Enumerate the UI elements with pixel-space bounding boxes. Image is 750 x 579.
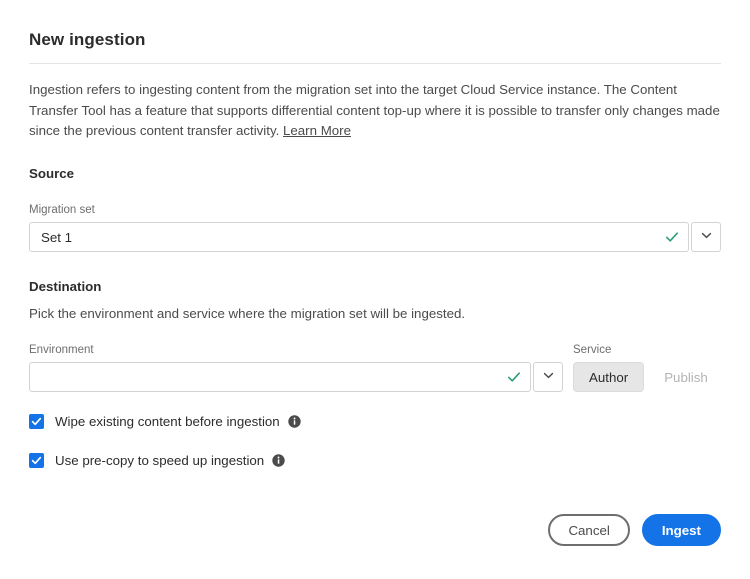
ingest-button[interactable]: Ingest xyxy=(641,514,721,546)
checkmark-icon xyxy=(665,230,679,244)
environment-picker[interactable] xyxy=(29,362,563,392)
use-precopy-label: Use pre-copy to speed up ingestion xyxy=(55,453,265,468)
migration-set-value: Set 1 xyxy=(41,229,73,245)
use-precopy-row: Use pre-copy to speed up ingestion xyxy=(29,453,285,468)
info-icon[interactable] xyxy=(272,454,285,467)
learn-more-link[interactable]: Learn More xyxy=(283,123,351,138)
migration-set-input[interactable]: Set 1 xyxy=(29,222,689,252)
title-divider xyxy=(29,63,721,64)
service-label: Service xyxy=(573,344,612,356)
service-toggle-group: Author Publish xyxy=(573,362,724,392)
migration-set-chevron-button[interactable] xyxy=(691,222,721,252)
service-option-publish[interactable]: Publish xyxy=(648,362,724,392)
wipe-existing-content-row: Wipe existing content before ingestion xyxy=(29,414,301,429)
environment-input[interactable] xyxy=(29,362,531,392)
migration-set-label: Migration set xyxy=(29,204,95,216)
destination-heading: Destination xyxy=(29,279,102,294)
checkmark-icon xyxy=(507,370,521,384)
chevron-down-icon xyxy=(543,368,554,386)
use-precopy-checkbox[interactable] xyxy=(29,453,44,468)
intro-text: Ingestion refers to ingesting content fr… xyxy=(29,82,720,138)
wipe-existing-content-label: Wipe existing content before ingestion xyxy=(55,414,280,429)
destination-subtitle: Pick the environment and service where t… xyxy=(29,306,466,321)
chevron-down-icon xyxy=(701,228,712,246)
wipe-existing-content-checkbox[interactable] xyxy=(29,414,44,429)
migration-set-picker[interactable]: Set 1 xyxy=(29,222,721,252)
page-title: New ingestion xyxy=(29,30,146,49)
source-heading: Source xyxy=(29,166,75,181)
cancel-button[interactable]: Cancel xyxy=(548,514,630,546)
new-ingestion-dialog: New ingestion Ingestion refers to ingest… xyxy=(0,0,750,579)
dialog-footer: Cancel Ingest xyxy=(548,514,721,546)
intro-paragraph: Ingestion refers to ingesting content fr… xyxy=(29,80,723,142)
service-option-author[interactable]: Author xyxy=(573,362,645,392)
environment-label: Environment xyxy=(29,344,94,356)
info-icon[interactable] xyxy=(288,415,301,428)
environment-chevron-button[interactable] xyxy=(533,362,563,392)
